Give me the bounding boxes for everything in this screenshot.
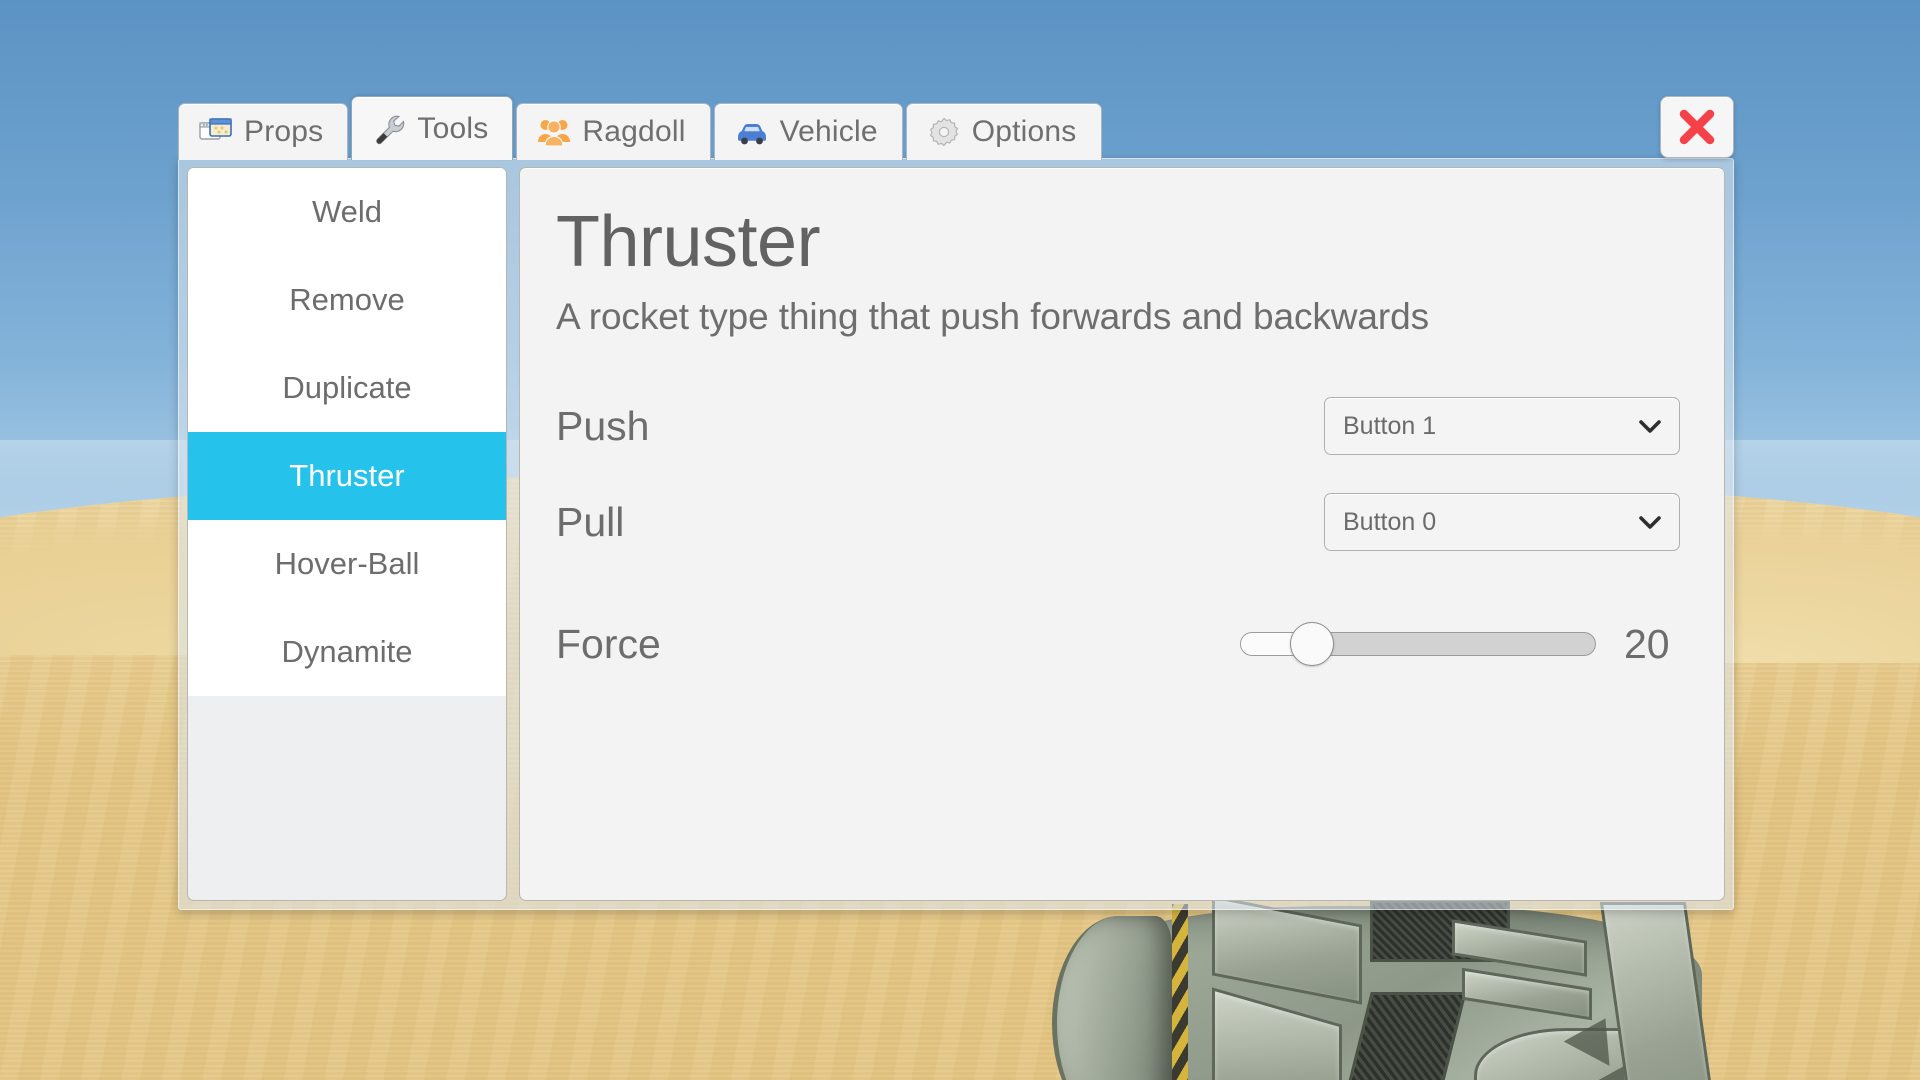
chevron-down-icon xyxy=(1639,420,1661,434)
push-binding-dropdown[interactable]: Button 1 xyxy=(1324,397,1680,456)
tab-ragdoll[interactable]: Ragdoll xyxy=(516,103,711,160)
car-icon xyxy=(735,115,769,149)
slider-value: 20 xyxy=(1624,620,1670,667)
dropdown-value: Button 0 xyxy=(1343,507,1437,536)
wrench-icon xyxy=(372,112,406,146)
tab-tools[interactable]: Tools xyxy=(351,96,514,160)
page-title: Thruster xyxy=(556,202,821,282)
control-row-pull: Pull Button 0 xyxy=(556,474,1680,570)
people-icon xyxy=(537,115,571,149)
control-widget: Button 1 xyxy=(1324,397,1680,456)
sidebar-item-label: Thruster xyxy=(289,458,405,493)
sidebar-item-label: Dynamite xyxy=(281,634,413,669)
sidebar-item-remove[interactable]: Remove xyxy=(188,256,506,344)
gear-icon xyxy=(927,115,961,149)
tool-controls: Push Button 1 Pull Button 0 Force 20 xyxy=(556,378,1680,692)
close-x-icon xyxy=(1679,109,1715,145)
tool-list-panel: Weld Remove Duplicate Thruster Hover-Bal… xyxy=(187,167,507,901)
control-label: Push xyxy=(556,402,650,449)
prop-hazard-stripe xyxy=(1172,904,1188,1080)
tool-list: Weld Remove Duplicate Thruster Hover-Bal… xyxy=(188,168,506,696)
sidebar-item-label: Hover-Ball xyxy=(274,546,420,581)
spawnmenu-window: Props Tools Ragdoll Vehicle Options Weld… xyxy=(178,96,1734,910)
control-label: Force xyxy=(556,620,661,667)
sidebar-item-label: Weld xyxy=(311,194,383,229)
prop-ring xyxy=(1052,916,1172,1080)
dropdown-value: Button 1 xyxy=(1343,411,1437,440)
force-slider[interactable] xyxy=(1240,622,1596,667)
sidebar-item-hover-ball[interactable]: Hover-Ball xyxy=(188,520,506,608)
control-widget: Button 0 xyxy=(1324,493,1680,552)
control-label: Pull xyxy=(556,498,625,545)
tool-description: A rocket type thing that push forwards a… xyxy=(556,296,1430,338)
close-button[interactable] xyxy=(1660,96,1734,158)
sidebar-item-label: Remove xyxy=(289,282,405,317)
windows-props-icon xyxy=(199,115,233,149)
sidebar-item-label: Duplicate xyxy=(282,370,412,405)
sidebar-item-thruster[interactable]: Thruster xyxy=(188,432,506,520)
pull-binding-dropdown[interactable]: Button 0 xyxy=(1324,493,1680,552)
control-widget: 20 xyxy=(1240,621,1680,668)
tab-options[interactable]: Options xyxy=(905,103,1102,160)
tab-label: Props xyxy=(244,115,324,148)
sidebar-item-dynamite[interactable]: Dynamite xyxy=(188,608,506,696)
tab-props[interactable]: Props xyxy=(178,103,349,160)
control-row-force: Force 20 xyxy=(556,596,1680,692)
menu-body: Weld Remove Duplicate Thruster Hover-Bal… xyxy=(178,158,1734,910)
metal-prop xyxy=(1022,896,1722,1080)
control-row-push: Push Button 1 xyxy=(556,378,1680,474)
chevron-down-icon xyxy=(1639,516,1661,530)
tab-label: Options xyxy=(971,115,1077,148)
sidebar-item-duplicate[interactable]: Duplicate xyxy=(188,344,506,432)
slider-handle[interactable] xyxy=(1289,622,1334,667)
tool-detail-panel: Thruster A rocket type thing that push f… xyxy=(519,167,1725,901)
sidebar-item-weld[interactable]: Weld xyxy=(188,168,506,256)
tab-vehicle[interactable]: Vehicle xyxy=(713,103,903,160)
tab-label: Ragdoll xyxy=(582,115,686,148)
tab-label: Tools xyxy=(417,111,489,145)
tab-bar: Props Tools Ragdoll Vehicle Options xyxy=(178,96,1102,160)
tab-label: Vehicle xyxy=(779,115,878,148)
